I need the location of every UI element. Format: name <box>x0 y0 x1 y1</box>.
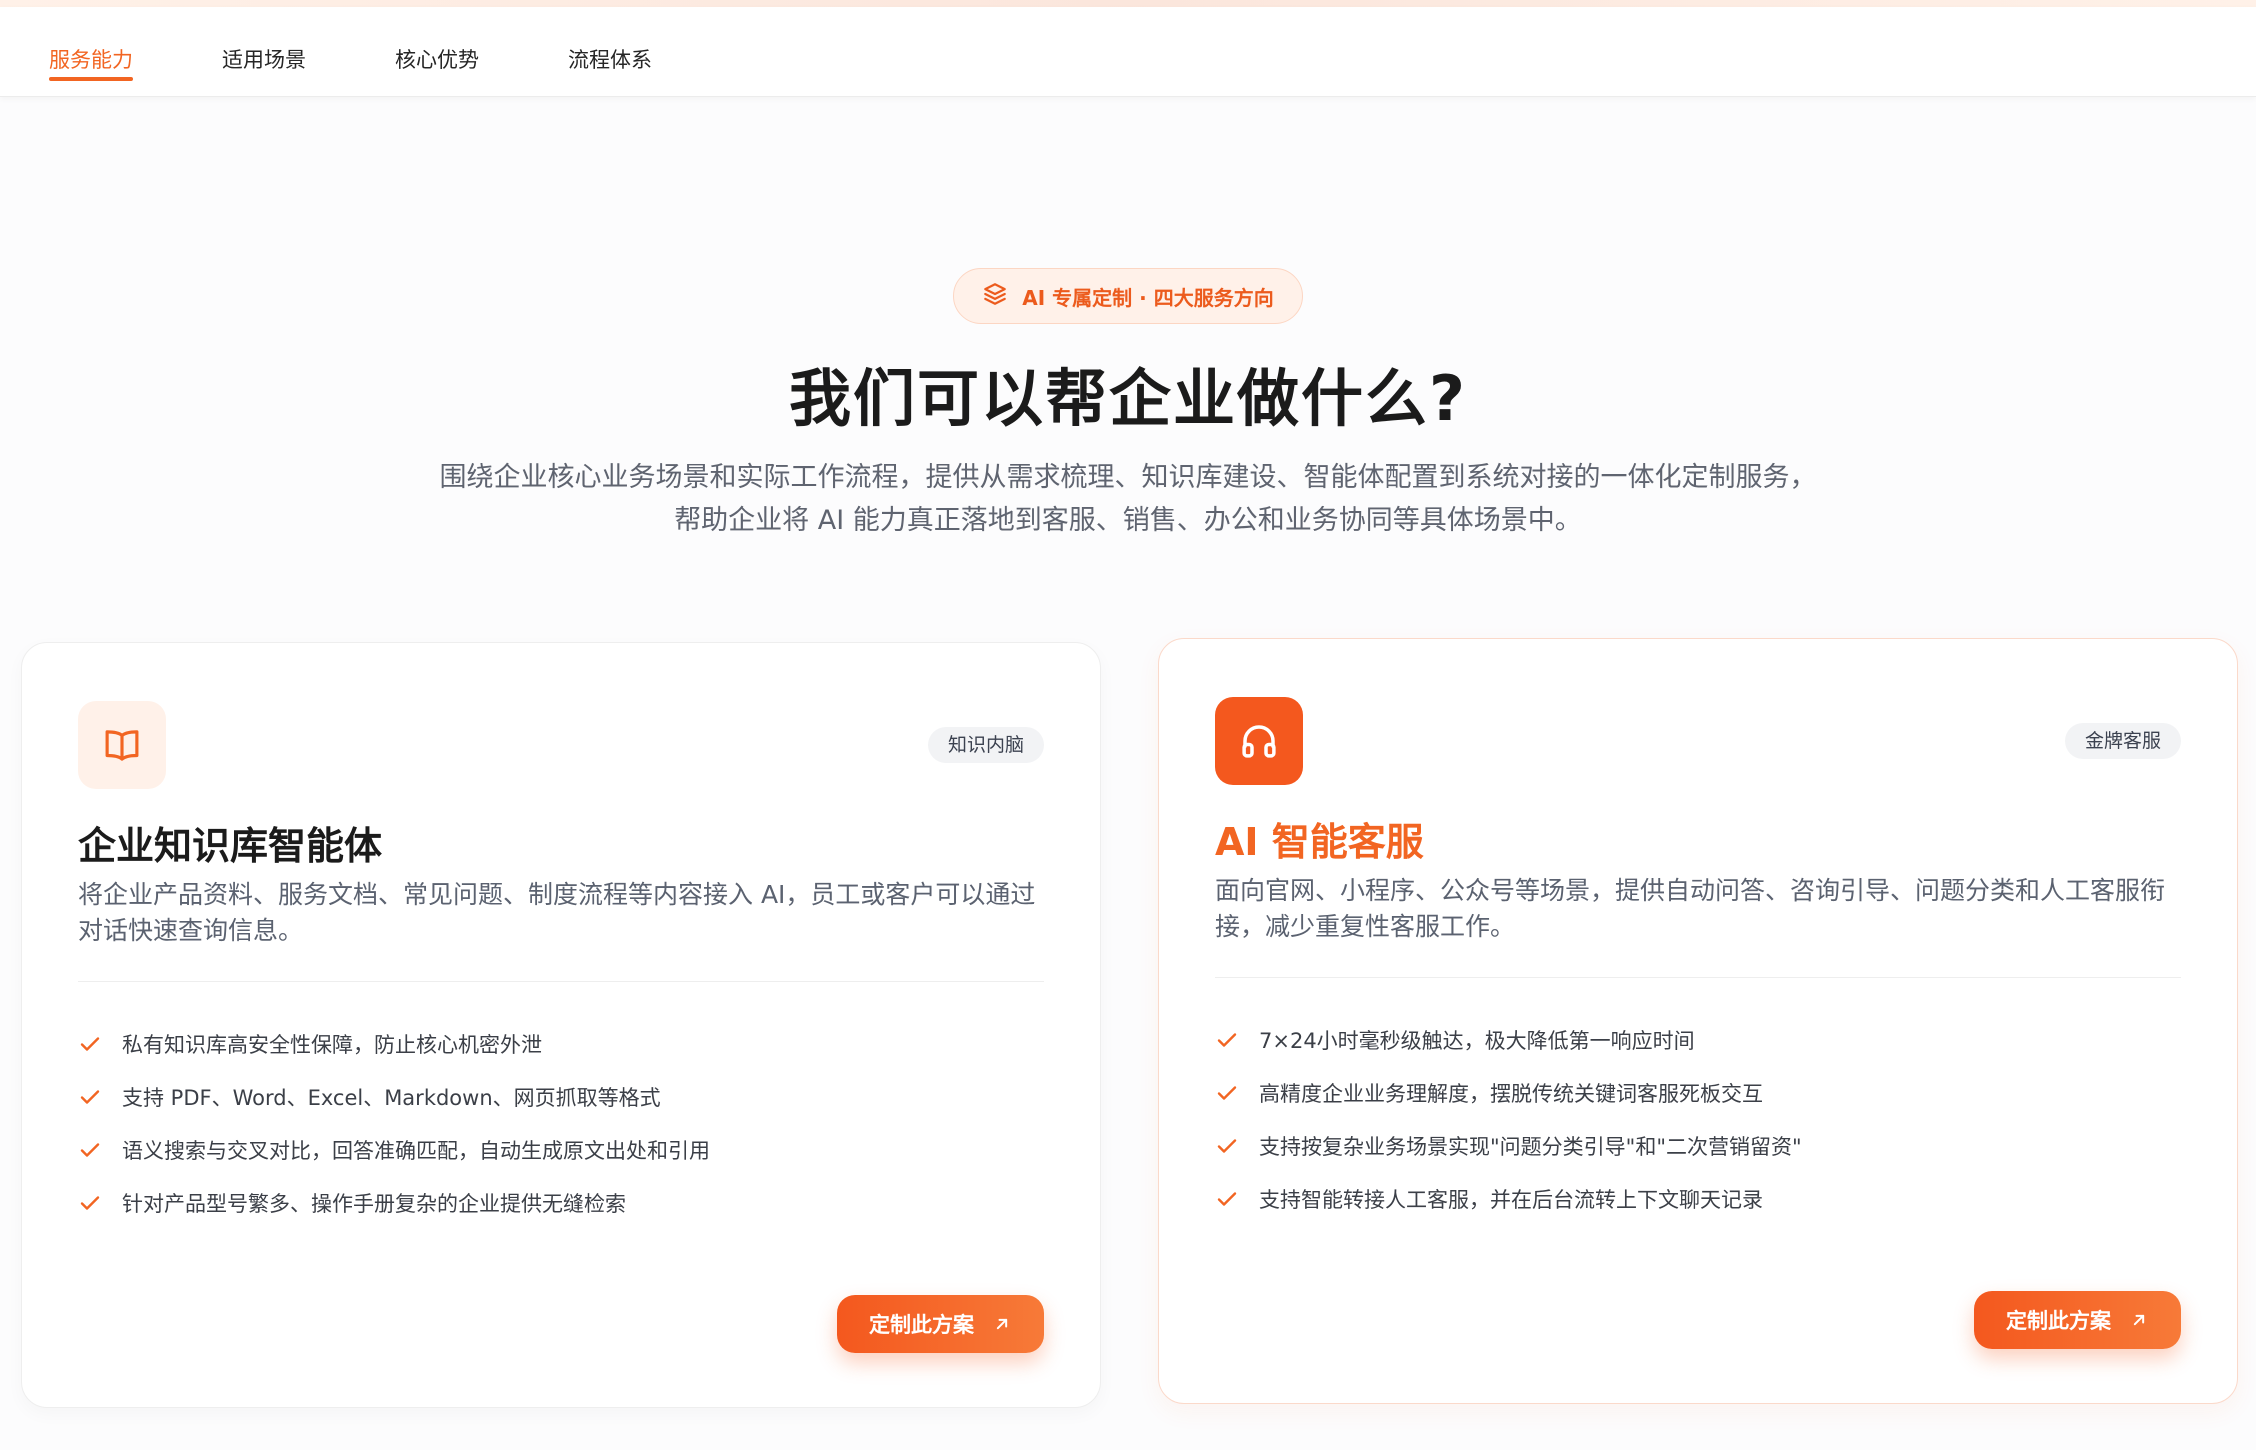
feature-list: 私有知识库高安全性保障，防止核心机密外泄 支持 PDF、Word、Excel、M… <box>78 1017 1038 1229</box>
feature-text: 支持 PDF、Word、Excel、Markdown、网页抓取等格式 <box>122 1085 661 1110</box>
card-divider <box>78 981 1044 982</box>
feature-item: 7×24小时毫秒级触达，极大降低第一响应时间 <box>1215 1013 2175 1066</box>
feature-list: 7×24小时毫秒级触达，极大降低第一响应时间 高精度企业业务理解度，摆脱传统关键… <box>1215 1013 2175 1225</box>
check-icon <box>80 1036 100 1051</box>
feature-text: 针对产品型号繁多、操作手册复杂的企业提供无缝检索 <box>122 1191 626 1216</box>
customize-plan-button[interactable]: 定制此方案 <box>1974 1291 2181 1349</box>
page-title: 我们可以帮企业做什么? <box>789 362 1467 435</box>
feature-text: 私有知识库高安全性保障，防止核心机密外泄 <box>122 1032 542 1057</box>
card-description: 面向官网、小程序、公众号等场景，提供自动问答、咨询引导、问题分类和人工客服衔接，… <box>1215 876 2166 941</box>
check-icon <box>1217 1085 1237 1100</box>
check-icon <box>1217 1032 1237 1047</box>
cta-label: 定制此方案 <box>869 1313 974 1337</box>
feature-item: 语义搜索与交叉对比，回答准确匹配，自动生成原文出处和引用 <box>78 1123 1038 1176</box>
feature-text: 7×24小时毫秒级触达，极大降低第一响应时间 <box>1259 1028 1695 1053</box>
tab-service-capability[interactable]: 服务能力 <box>49 37 133 81</box>
feature-item: 私有知识库高安全性保障，防止核心机密外泄 <box>78 1017 1038 1070</box>
feature-item: 高精度企业业务理解度，摆脱传统关键词客服死板交互 <box>1215 1066 2175 1119</box>
card-description: 将企业产品资料、服务文档、常见问题、制度流程等内容接入 AI，员工或客户可以通过… <box>78 880 1036 945</box>
card-title: 企业知识库智能体 <box>78 824 383 868</box>
feature-item: 支持智能转接人工客服，并在后台流转上下文聊天记录 <box>1215 1172 2175 1225</box>
arrow-up-right-icon <box>2133 1314 2145 1326</box>
check-icon <box>80 1089 100 1104</box>
card-title: AI 智能客服 <box>1215 820 1424 864</box>
hero-subtitle: 围绕企业核心业务场景和实际工作流程，提供从需求梳理、知识库建设、智能体配置到系统… <box>439 462 1817 536</box>
tab-process-system[interactable]: 流程体系 <box>568 37 652 81</box>
check-icon <box>80 1195 100 1210</box>
hero-badge: AI 专属定制 · 四大服务方向 <box>953 268 1303 324</box>
hero-section: AI 专属定制 · 四大服务方向 我们可以帮企业做什么? 围绕企业核心业务场景和… <box>0 268 2256 542</box>
top-gradient-bar <box>0 0 2256 7</box>
card-tag: 金牌客服 <box>2064 723 2181 759</box>
feature-item: 支持 PDF、Word、Excel、Markdown、网页抓取等格式 <box>78 1070 1038 1123</box>
tab-core-advantages[interactable]: 核心优势 <box>395 37 479 81</box>
tab-scenarios[interactable]: 适用场景 <box>222 37 306 81</box>
hero-badge-text: AI 专属定制 · 四大服务方向 <box>1022 285 1274 310</box>
service-card-knowledge-base: 知识内脑 企业知识库智能体 将企业产品资料、服务文档、常见问题、制度流程等内容接… <box>21 642 1101 1408</box>
feature-text: 支持按复杂业务场景实现"问题分类引导"和"二次营销留资" <box>1259 1134 1802 1159</box>
arrow-up-right-icon <box>996 1318 1008 1330</box>
check-icon <box>80 1142 100 1157</box>
book-icon <box>78 701 166 789</box>
feature-item: 支持按复杂业务场景实现"问题分类引导"和"二次营销留资" <box>1215 1119 2175 1172</box>
feature-text: 高精度企业业务理解度，摆脱传统关键词客服死板交互 <box>1259 1081 1763 1106</box>
card-divider <box>1215 977 2181 978</box>
layers-icon <box>982 281 1022 312</box>
feature-item: 针对产品型号繁多、操作手册复杂的企业提供无缝检索 <box>78 1176 1038 1229</box>
check-icon <box>1217 1138 1237 1153</box>
section-nav: 服务能力 适用场景 核心优势 流程体系 <box>0 7 2256 97</box>
headphones-icon <box>1215 697 1303 785</box>
card-tag: 知识内脑 <box>927 727 1044 763</box>
check-icon <box>1217 1191 1237 1206</box>
feature-text: 支持智能转接人工客服，并在后台流转上下文聊天记录 <box>1259 1187 1763 1212</box>
feature-text: 语义搜索与交叉对比，回答准确匹配，自动生成原文出处和引用 <box>122 1138 710 1163</box>
page: 服务能力 适用场景 核心优势 流程体系 AI 专属定制 · 四大服务方向 我们可… <box>0 0 2256 1450</box>
service-card-ai-customer-service: 金牌客服 AI 智能客服 面向官网、小程序、公众号等场景，提供自动问答、咨询引导… <box>1158 638 2238 1404</box>
cta-label: 定制此方案 <box>2006 1309 2111 1333</box>
customize-plan-button[interactable]: 定制此方案 <box>837 1295 1044 1353</box>
